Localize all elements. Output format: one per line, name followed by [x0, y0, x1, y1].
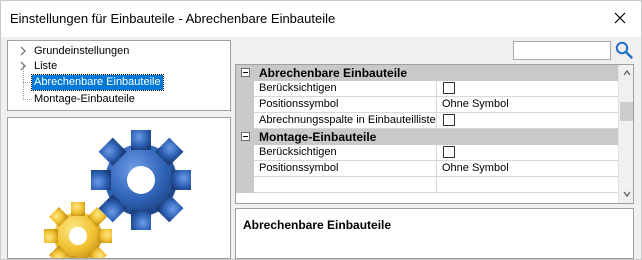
tree-item-label: Grundeinstellungen [34, 45, 130, 57]
search-input[interactable] [513, 41, 611, 60]
row-gutter [236, 113, 254, 129]
empty-row [236, 177, 618, 193]
property-row[interactable]: Positionssymbol Ohne Symbol [236, 161, 618, 177]
montage-beruecksichtigen-checkbox[interactable] [443, 146, 455, 158]
empty-cell [254, 177, 437, 193]
property-grid-scrollbar[interactable] [618, 65, 633, 203]
property-value-cell[interactable] [437, 81, 618, 97]
tree-item-liste[interactable]: Liste [8, 58, 230, 74]
row-gutter [236, 161, 254, 177]
category-montage-einbauteile[interactable]: Montage-Einbauteile [236, 129, 618, 145]
property-name: Positionssymbol [254, 161, 437, 177]
tree-item-label: Abrechenbare Einbauteile [31, 74, 164, 91]
collapse-minus-icon[interactable] [241, 68, 250, 77]
search-icon[interactable] [615, 41, 633, 59]
property-name: Abrechnungsspalte in Einbauteilliste [254, 113, 437, 129]
tree-item-abrechenbare-einbauteile[interactable]: Abrechenbare Einbauteile [8, 74, 230, 91]
tree-item-label: Liste [34, 60, 58, 72]
row-gutter [236, 145, 254, 161]
scroll-down-icon[interactable] [623, 190, 631, 198]
title-bar: Einstellungen für Einbauteile - Abrechen… [1, 1, 641, 37]
tree-item-label: Montage-Einbauteile [34, 93, 135, 105]
empty-cell [437, 177, 618, 193]
abrechnungsspalte-checkbox[interactable] [443, 114, 455, 126]
property-name: Berücksichtigen [254, 81, 437, 97]
property-row[interactable]: Berücksichtigen [236, 81, 618, 97]
window-title: Einstellungen für Einbauteile - Abrechen… [10, 11, 336, 26]
property-value[interactable]: Ohne Symbol [437, 97, 618, 113]
property-value-cell[interactable] [437, 113, 618, 129]
property-grid: Abrechenbare Einbauteile Berücksichtigen… [235, 64, 634, 204]
chevron-right-icon[interactable] [18, 61, 28, 71]
gear-icon [44, 130, 191, 258]
close-icon [614, 12, 626, 24]
property-name: Positionssymbol [254, 97, 437, 113]
tree-item-grundeinstellungen[interactable]: Grundeinstellungen [8, 43, 230, 59]
beruecksichtigen-checkbox[interactable] [443, 82, 455, 94]
gear-illustration-panel [7, 117, 231, 259]
tree-item-montage-einbauteile[interactable]: Montage-Einbauteile [8, 91, 230, 107]
collapse-minus-icon[interactable] [241, 132, 250, 141]
property-row[interactable]: Berücksichtigen [236, 145, 618, 161]
description-title: Abrechenbare Einbauteile [243, 218, 392, 232]
category-label: Montage-Einbauteile [259, 130, 377, 144]
scrollbar-thumb[interactable] [620, 102, 633, 121]
dialog-body: Grundeinstellungen Liste Abrechenbare Ei… [1, 37, 641, 259]
row-gutter [236, 97, 254, 113]
category-abrechenbare-einbauteile[interactable]: Abrechenbare Einbauteile [236, 65, 618, 81]
property-value-cell[interactable] [437, 145, 618, 161]
category-label: Abrechenbare Einbauteile [259, 66, 408, 80]
row-gutter [236, 177, 254, 193]
row-gutter [236, 81, 254, 97]
description-pane: Abrechenbare Einbauteile [235, 208, 634, 259]
property-row[interactable]: Abrechnungsspalte in Einbauteilliste [236, 113, 618, 129]
settings-tree: Grundeinstellungen Liste Abrechenbare Ei… [7, 40, 231, 111]
property-row[interactable]: Positionssymbol Ohne Symbol [236, 97, 618, 113]
chevron-right-icon[interactable] [18, 46, 28, 56]
close-button[interactable] [604, 3, 636, 33]
property-name: Berücksichtigen [254, 145, 437, 161]
scroll-up-icon[interactable] [623, 69, 631, 77]
property-value[interactable]: Ohne Symbol [437, 161, 618, 177]
settings-dialog: Einstellungen für Einbauteile - Abrechen… [0, 0, 642, 260]
